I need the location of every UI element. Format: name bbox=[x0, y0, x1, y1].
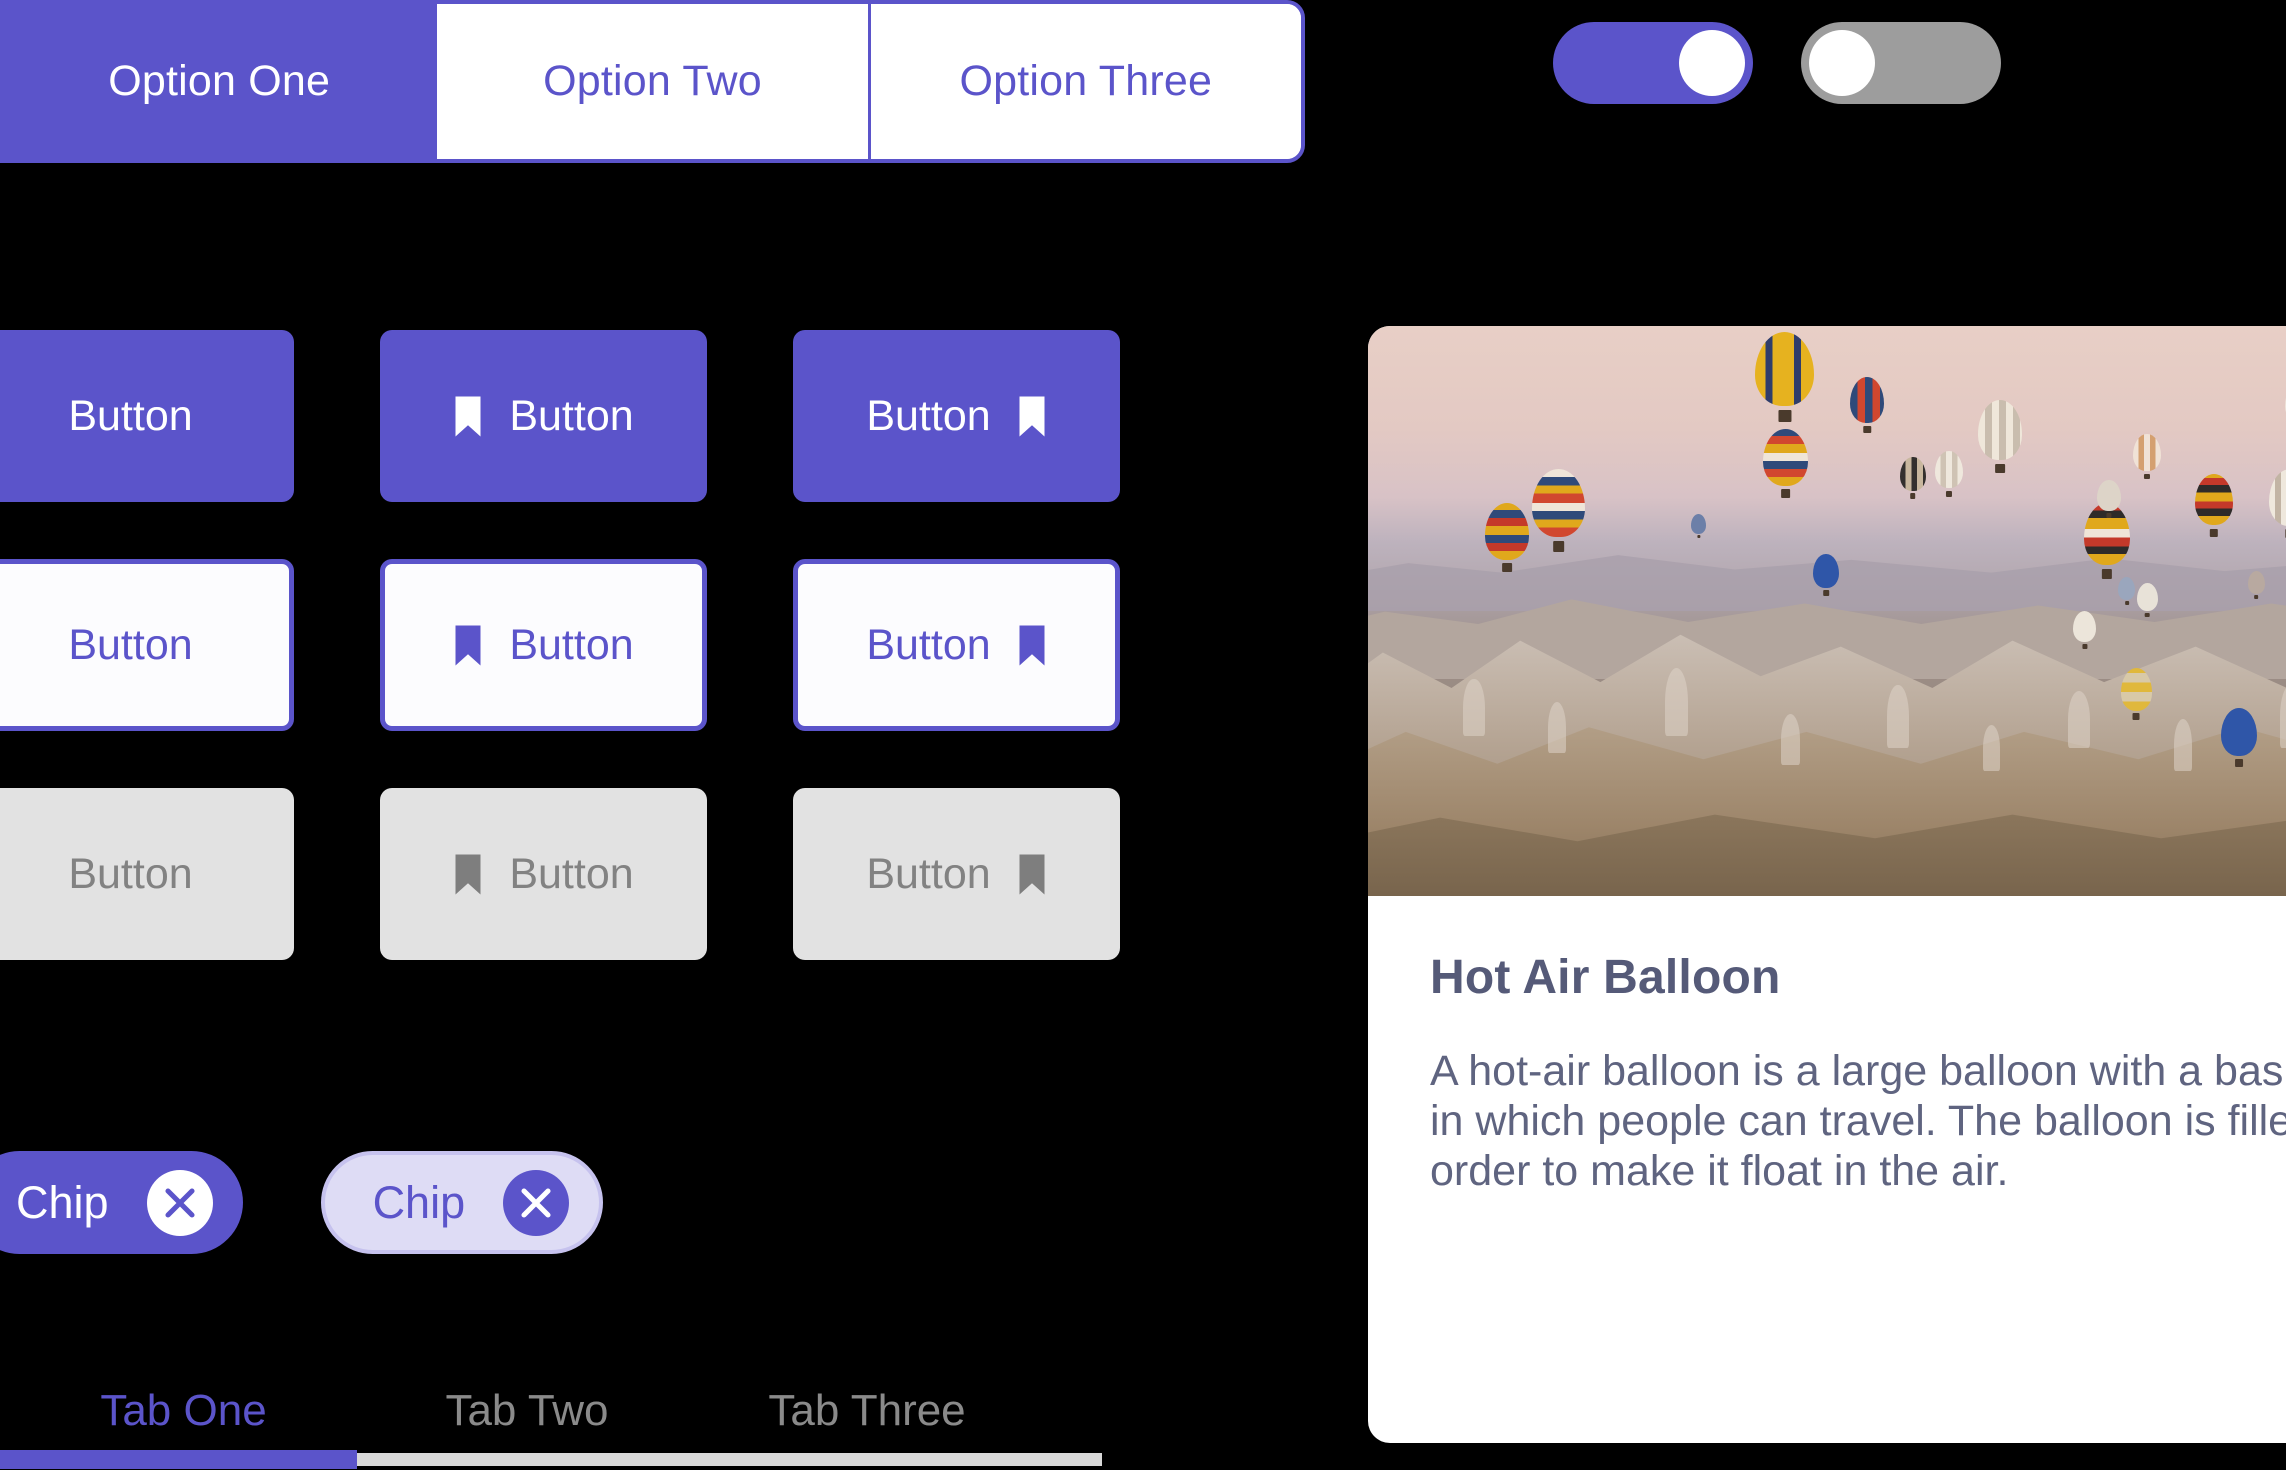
toggle-group bbox=[1553, 22, 2001, 104]
bookmark-icon bbox=[453, 622, 483, 669]
button-filled-plain[interactable]: Button bbox=[0, 330, 294, 502]
button-label: Button bbox=[68, 391, 193, 440]
button-filled-leading-icon[interactable]: Button bbox=[380, 330, 707, 502]
bookmark-icon bbox=[1017, 393, 1047, 440]
hot-air-balloon bbox=[1484, 502, 1530, 560]
tab-active-indicator bbox=[0, 1450, 357, 1469]
button-label: Button bbox=[866, 620, 991, 669]
bookmark-icon bbox=[1017, 851, 1047, 898]
segment-option-three[interactable]: Option Three bbox=[870, 4, 1301, 159]
hot-air-balloon bbox=[1900, 457, 1926, 492]
toggle-switch-off[interactable] bbox=[1801, 22, 2001, 104]
button-label: Button bbox=[866, 391, 991, 440]
button-label: Button bbox=[509, 391, 634, 440]
button-disabled-plain: Button bbox=[0, 788, 294, 960]
hot-air-balloon bbox=[2072, 611, 2097, 643]
tab-bar: Tab One Tab Two Tab Three bbox=[0, 1386, 1102, 1470]
bookmark-icon bbox=[1017, 622, 1047, 669]
segment-option-three-label: Option Three bbox=[959, 57, 1213, 105]
segment-option-two-label: Option Two bbox=[543, 57, 762, 105]
toggle-knob bbox=[1809, 30, 1875, 96]
chip-label: Chip bbox=[372, 1176, 466, 1228]
button-label: Button bbox=[509, 620, 634, 669]
hot-air-balloon bbox=[1850, 377, 1885, 423]
button-row-filled: Button Button Button bbox=[0, 330, 1120, 502]
tab-three[interactable]: Tab Three bbox=[697, 1386, 1037, 1436]
button-grid: Button Button Button Button Button Butto… bbox=[0, 330, 1120, 1017]
hot-air-balloon bbox=[2120, 668, 2153, 711]
chip-solid[interactable]: Chip bbox=[0, 1151, 243, 1254]
button-row-disabled: Button Button Button bbox=[0, 788, 1120, 960]
hot-air-balloon bbox=[1763, 428, 1808, 486]
rock-spire bbox=[2173, 719, 2192, 771]
segment-option-one[interactable]: Option One bbox=[0, 4, 438, 159]
rock-spire bbox=[1664, 668, 1689, 737]
segment-option-one-label: Option One bbox=[108, 57, 331, 105]
rock-spire bbox=[1548, 702, 1567, 754]
segment-option-two[interactable]: Option Two bbox=[437, 4, 871, 159]
hot-air-balloon bbox=[2097, 479, 2121, 512]
rock-spire bbox=[2067, 690, 2090, 748]
hot-air-balloon bbox=[1754, 331, 1815, 406]
toggle-knob bbox=[1679, 30, 1745, 96]
tab-two[interactable]: Tab Two bbox=[357, 1386, 697, 1436]
tab-three-label: Tab Three bbox=[768, 1386, 966, 1435]
content-card[interactable]: Hot Air Balloon A hot-air balloon is a l… bbox=[1368, 326, 2286, 1443]
hot-air-balloon bbox=[2247, 571, 2265, 594]
button-disabled-trailing-icon: Button bbox=[793, 788, 1120, 960]
hot-air-balloon bbox=[2133, 434, 2161, 472]
button-label: Button bbox=[68, 849, 193, 898]
button-outlined-plain[interactable]: Button bbox=[0, 559, 294, 731]
tab-one-label: Tab One bbox=[100, 1386, 267, 1435]
bookmark-icon bbox=[453, 851, 483, 898]
button-filled-trailing-icon[interactable]: Button bbox=[793, 330, 1120, 502]
tab-one[interactable]: Tab One bbox=[0, 1386, 357, 1436]
rock-spire bbox=[1982, 725, 2000, 771]
chip-label: Chip bbox=[16, 1176, 109, 1228]
rock-spire bbox=[1463, 679, 1485, 737]
tab-labels: Tab One Tab Two Tab Three bbox=[0, 1386, 1102, 1436]
card-image-hot-air-balloons bbox=[1368, 326, 2286, 896]
hot-air-balloon bbox=[1532, 468, 1586, 537]
hot-air-balloon bbox=[1813, 554, 1839, 589]
card-description: A hot-air balloon is a large balloon wit… bbox=[1430, 1047, 2286, 1195]
card-body: Hot Air Balloon A hot-air balloon is a l… bbox=[1368, 896, 2286, 1197]
chip-group: Chip Chip bbox=[0, 1151, 604, 1254]
card-title: Hot Air Balloon bbox=[1430, 951, 1781, 1004]
hot-air-balloon bbox=[1691, 514, 1707, 535]
rock-spire bbox=[1887, 685, 1909, 748]
hot-air-balloon bbox=[2136, 582, 2158, 611]
tab-two-label: Tab Two bbox=[445, 1386, 609, 1435]
hot-air-balloon bbox=[2269, 468, 2286, 526]
button-outlined-leading-icon[interactable]: Button bbox=[380, 559, 707, 731]
close-icon[interactable] bbox=[146, 1169, 213, 1236]
hot-air-balloon bbox=[2194, 474, 2233, 526]
segmented-control[interactable]: Option One Option Two Option Three bbox=[0, 0, 1305, 163]
button-outlined-trailing-icon[interactable]: Button bbox=[793, 559, 1120, 731]
hot-air-balloon bbox=[1935, 451, 1963, 489]
chip-soft[interactable]: Chip bbox=[320, 1151, 604, 1254]
button-row-outlined: Button Button Button bbox=[0, 559, 1120, 731]
button-label: Button bbox=[68, 620, 193, 669]
button-label: Button bbox=[509, 849, 634, 898]
bookmark-icon bbox=[453, 393, 483, 440]
hot-air-balloon bbox=[2083, 502, 2131, 566]
button-label: Button bbox=[866, 849, 991, 898]
button-disabled-leading-icon: Button bbox=[380, 788, 707, 960]
hot-air-balloon bbox=[1977, 400, 2023, 460]
close-icon[interactable] bbox=[503, 1169, 570, 1236]
toggle-switch-on[interactable] bbox=[1553, 22, 1753, 104]
